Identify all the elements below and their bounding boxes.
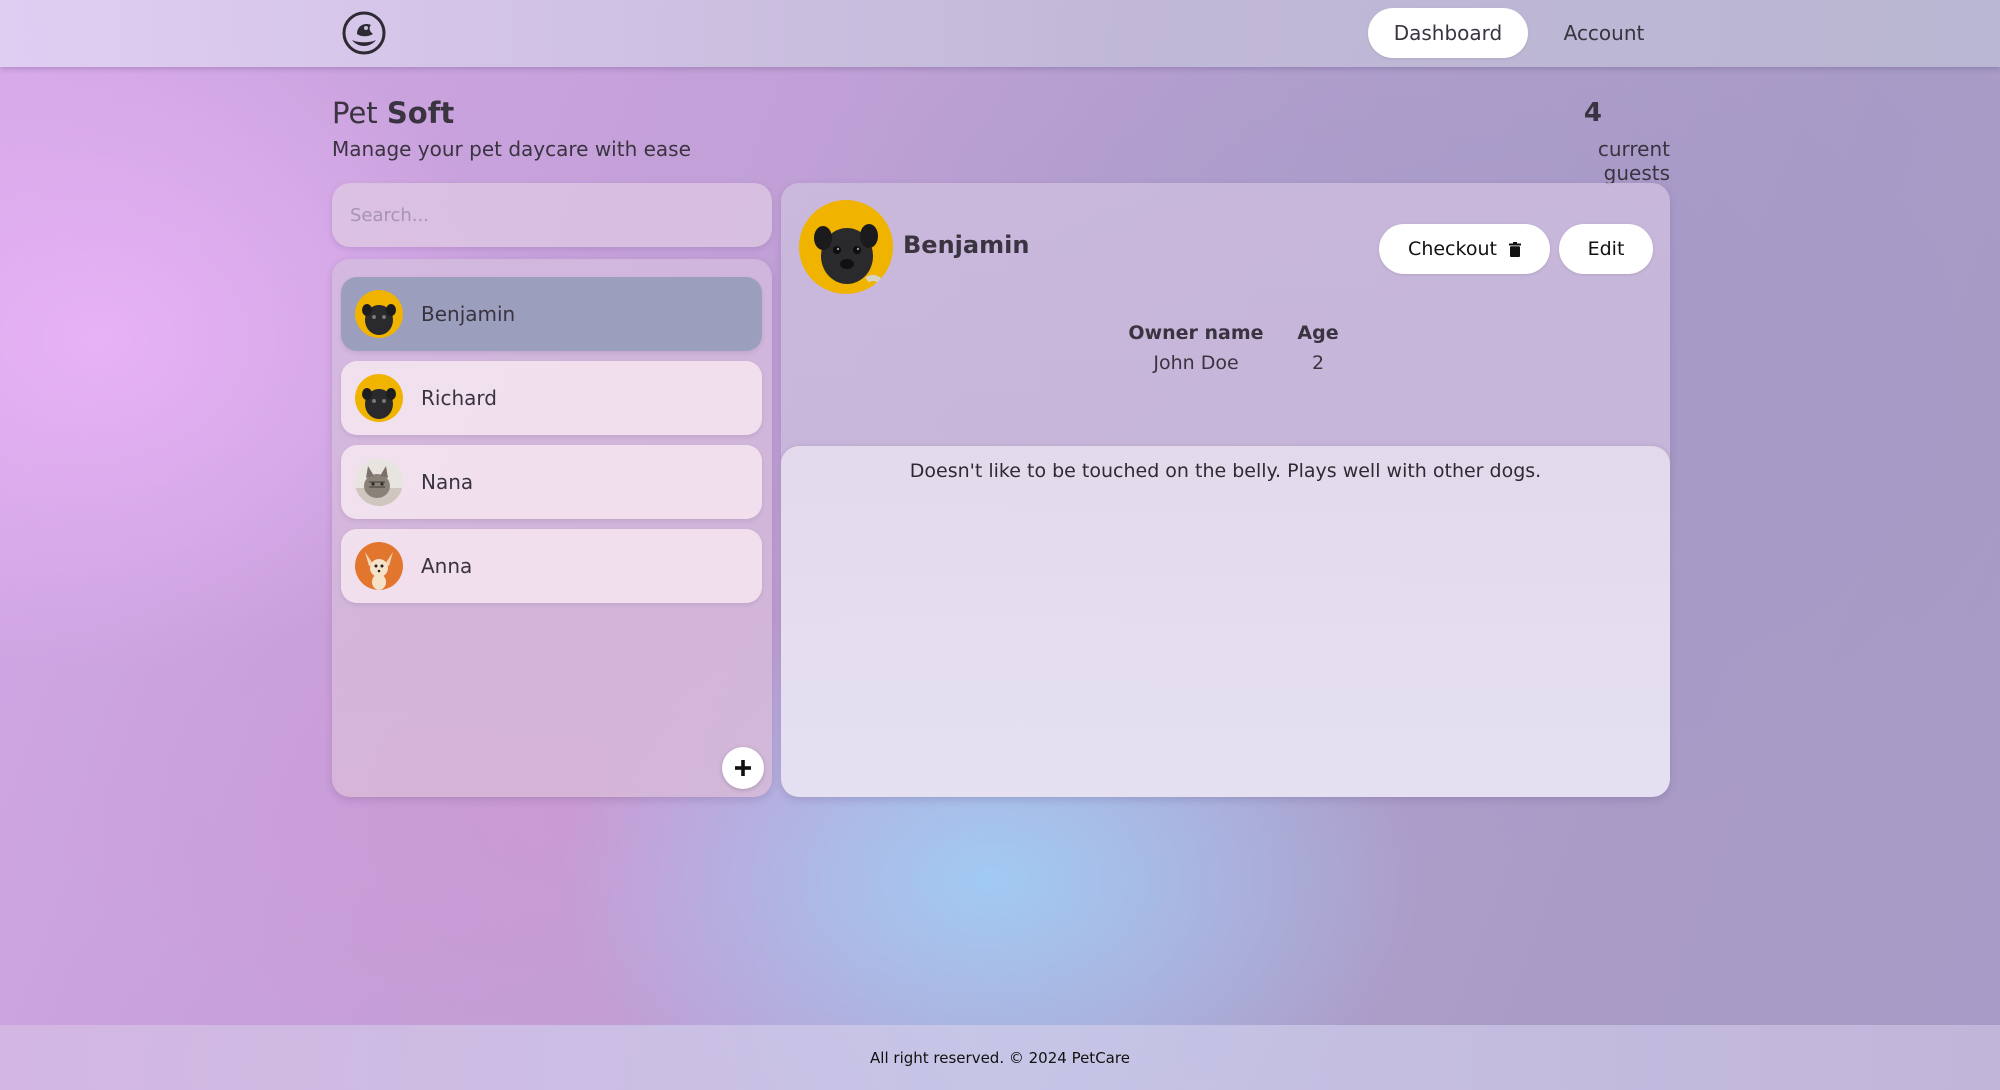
owner-info: Owner name John Doe (1114, 322, 1278, 374)
search-input[interactable] (332, 183, 772, 247)
owner-label: Owner name (1128, 322, 1264, 344)
page-subtitle: Manage your pet daycare with ease (332, 137, 691, 161)
page-title: Pet Soft (332, 96, 454, 130)
edit-button[interactable]: Edit (1559, 224, 1653, 274)
pet-name: Nana (421, 470, 474, 494)
age-label: Age (1297, 322, 1339, 344)
pet-name: Benjamin (421, 302, 516, 326)
nav-account[interactable]: Account (1545, 8, 1663, 58)
pet-list-panel: Benjamin Richard Nana Anna (332, 259, 772, 797)
brand-prefix: Pet (332, 96, 378, 130)
add-pet-button[interactable] (722, 747, 764, 789)
pet-details-panel: Benjamin Checkout Edit Owner name John D… (781, 183, 1670, 797)
pet-list-item-anna[interactable]: Anna (341, 529, 762, 603)
trash-icon (1508, 241, 1521, 257)
pet-list-item-benjamin[interactable]: Benjamin (341, 277, 762, 351)
pet-list-item-nana[interactable]: Nana (341, 445, 762, 519)
pet-notes: Doesn't like to be touched on the belly.… (781, 446, 1670, 797)
pug-avatar (355, 374, 403, 422)
nav-dashboard[interactable]: Dashboard (1368, 8, 1528, 58)
top-navigation-bar: Dashboard Account (0, 0, 2000, 67)
checkout-label: Checkout (1408, 238, 1497, 260)
paw-logo-icon[interactable] (340, 10, 388, 56)
plus-icon (735, 760, 751, 776)
owner-value: John Doe (1153, 352, 1239, 374)
pet-name: Richard (421, 386, 497, 410)
footer: All right reserved. © 2024 PetCare (0, 1025, 2000, 1090)
guests-label: current guests (1597, 137, 1670, 185)
checkout-button[interactable]: Checkout (1379, 224, 1550, 274)
pet-name: Anna (421, 554, 473, 578)
pet-list-item-richard[interactable]: Richard (341, 361, 762, 435)
pet-detail-name: Benjamin (903, 231, 1030, 259)
cat-avatar (355, 458, 403, 506)
brand-emphasis: Soft (386, 96, 455, 130)
guests-count: 4 (1583, 98, 1602, 128)
age-info: Age 2 (1283, 322, 1353, 374)
notes-text: Doesn't like to be touched on the belly.… (909, 460, 1542, 482)
pug-avatar-large (799, 200, 893, 294)
age-value: 2 (1311, 352, 1325, 374)
pug-avatar (355, 290, 403, 338)
footer-copyright: All right reserved. © 2024 PetCare (870, 1048, 1130, 1067)
chihuahua-avatar (355, 542, 403, 590)
